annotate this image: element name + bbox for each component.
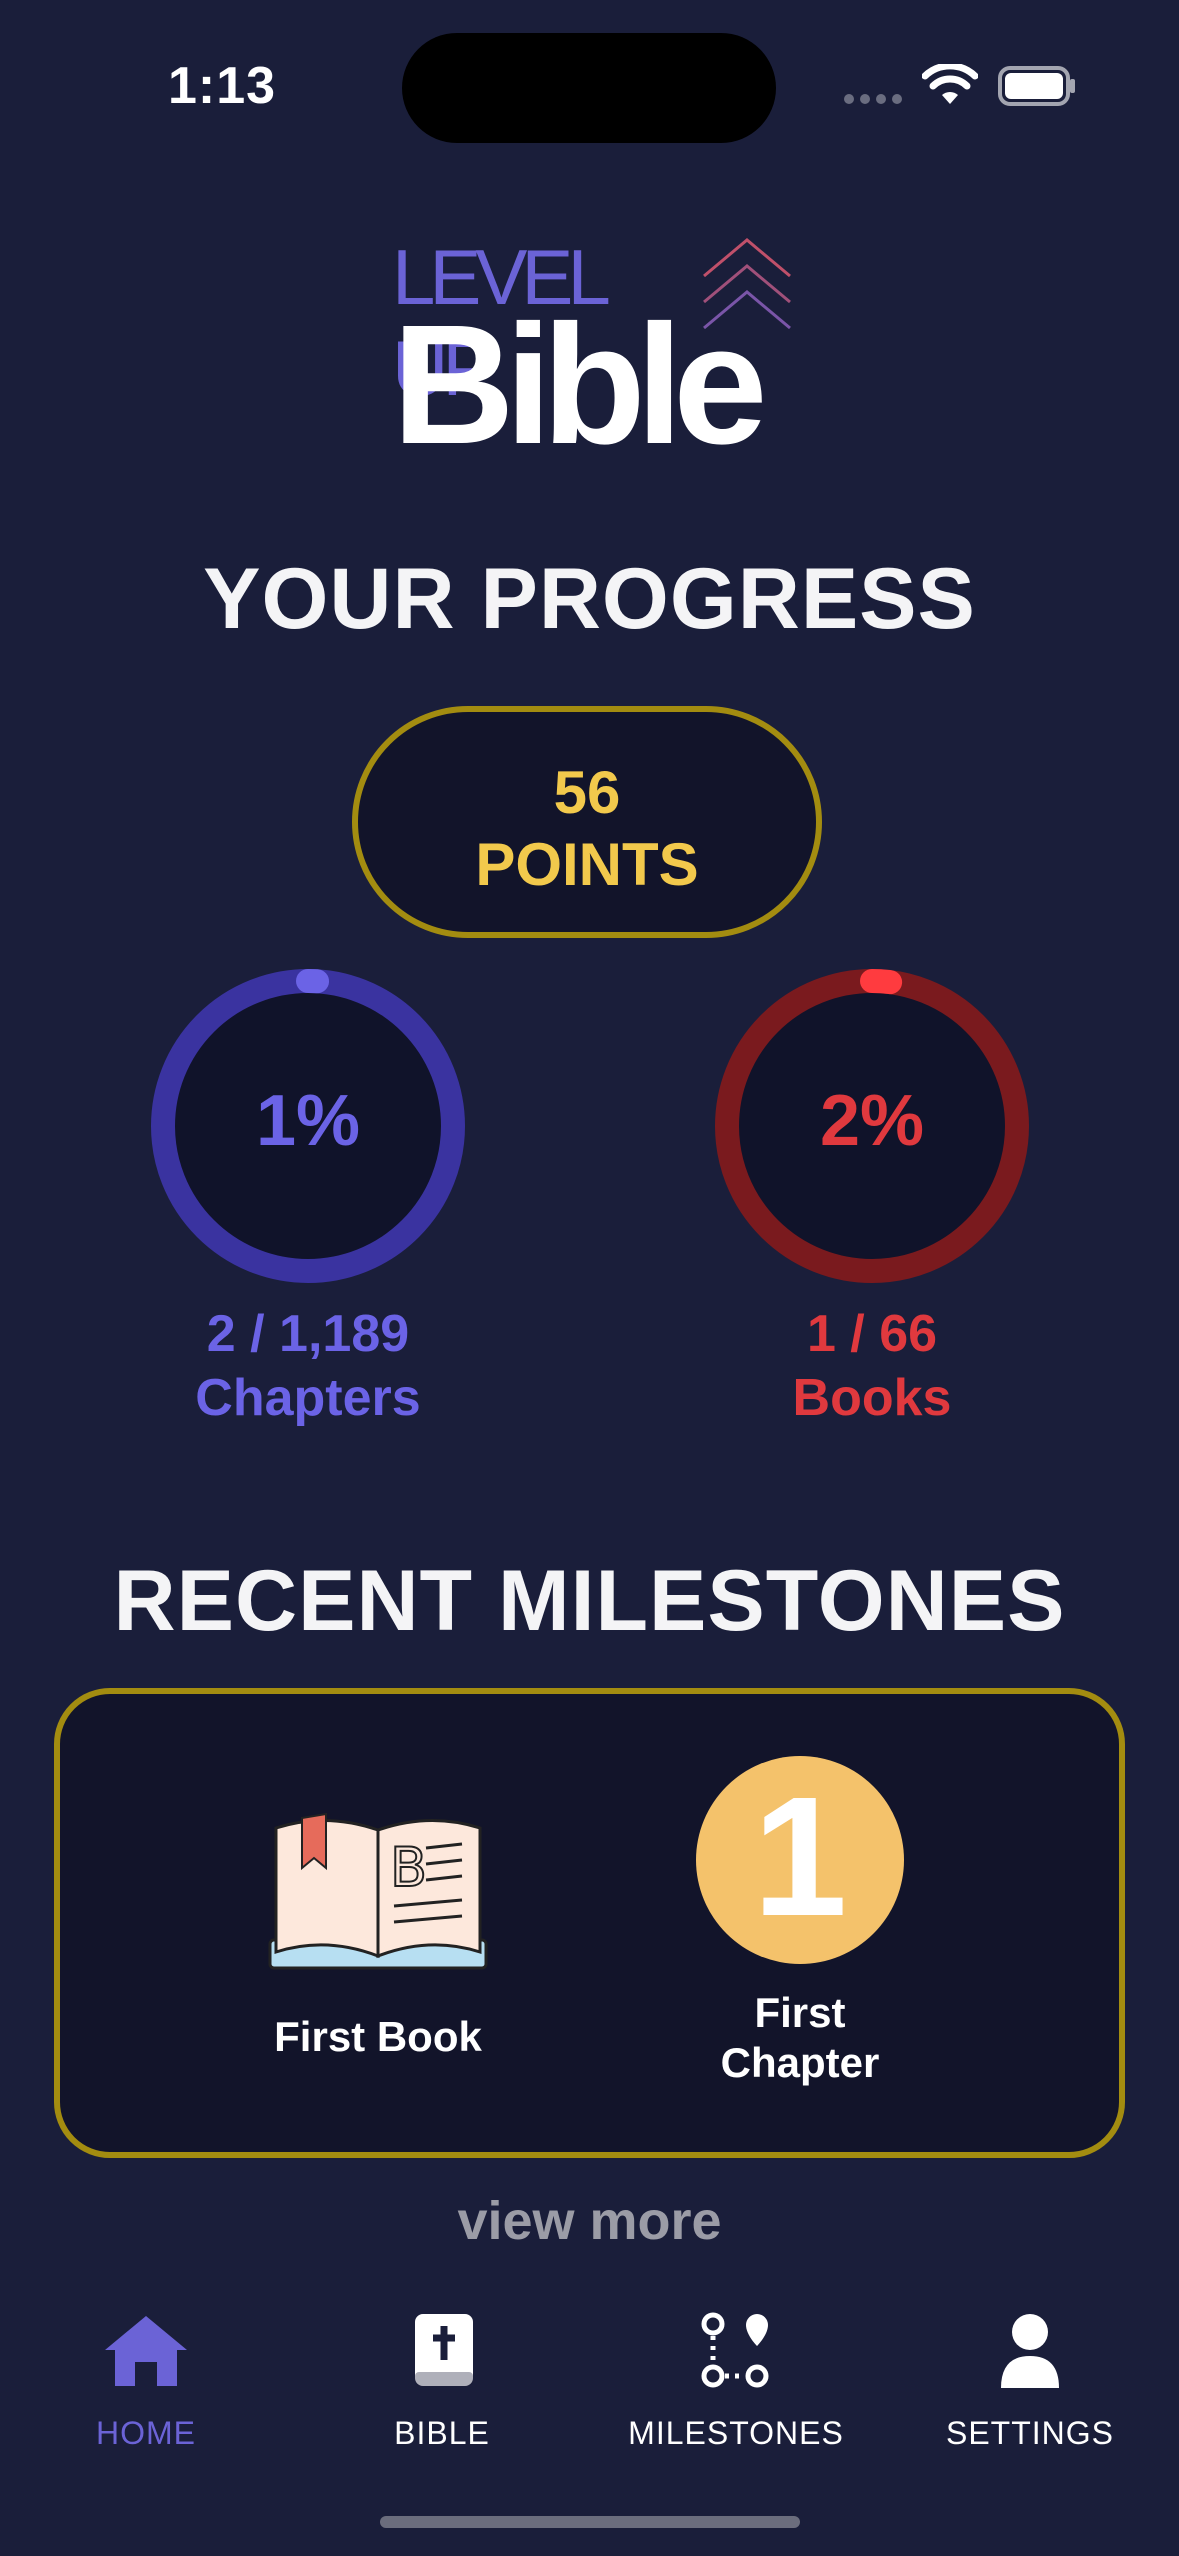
tab-bible[interactable]: BIBLE	[332, 2310, 552, 2452]
dynamic-island	[402, 33, 776, 143]
tab-settings-label: SETTINGS	[945, 2415, 1114, 2451]
points-pill: 56 POINTS	[352, 706, 822, 938]
home-indicator	[380, 2516, 800, 2528]
status-time: 1:13	[168, 57, 277, 115]
books-label: Books	[792, 1369, 952, 1427]
books-count: 1 / 66	[806, 1305, 938, 1363]
chapters-count: 2 / 1,189	[206, 1305, 410, 1363]
badge-number: 1	[752, 1762, 848, 1952]
points-label: POINTS	[475, 831, 699, 898]
chapters-label: Chapters	[195, 1369, 421, 1427]
battery-icon	[998, 66, 1075, 106]
milestone-first-chapter-line1: First	[754, 1989, 846, 2036]
points-value: 56	[553, 759, 621, 826]
tab-bible-label: BIBLE	[394, 2415, 490, 2451]
milestone-first-chapter-label: First Chapter	[620, 1988, 980, 2089]
milestone-first-chapter-line2: Chapter	[720, 2039, 880, 2087]
tab-settings[interactable]: SETTINGS	[920, 2310, 1140, 2452]
wifi-icon	[922, 64, 978, 104]
milestones-title: RECENT MILESTONES	[113, 1553, 1066, 1649]
user-icon	[1001, 2314, 1059, 2388]
route-icon	[701, 2312, 769, 2388]
svg-text:B: B	[390, 1836, 427, 1899]
books-percent: 2%	[819, 1081, 925, 1161]
chapters-percent: 1%	[255, 1081, 361, 1161]
tab-milestones-label: MILESTONES	[628, 2415, 844, 2451]
bible-icon	[415, 2314, 473, 2386]
tab-home-label: HOME	[96, 2415, 196, 2451]
home-icon	[105, 2316, 187, 2386]
view-more-link[interactable]: view more	[0, 2190, 1179, 2252]
tab-milestones[interactable]: MILESTONES	[626, 2310, 846, 2452]
tab-home[interactable]: HOME	[36, 2310, 256, 2452]
cellular-signal-icon	[844, 94, 904, 106]
open-book-icon: B	[268, 1812, 488, 1970]
progress-title: YOUR PROGRESS	[203, 551, 976, 647]
milestone-first-book-label: First Book	[274, 2013, 482, 2060]
logo-bible: Bible	[392, 290, 768, 480]
number-one-badge: 1	[696, 1756, 904, 1964]
